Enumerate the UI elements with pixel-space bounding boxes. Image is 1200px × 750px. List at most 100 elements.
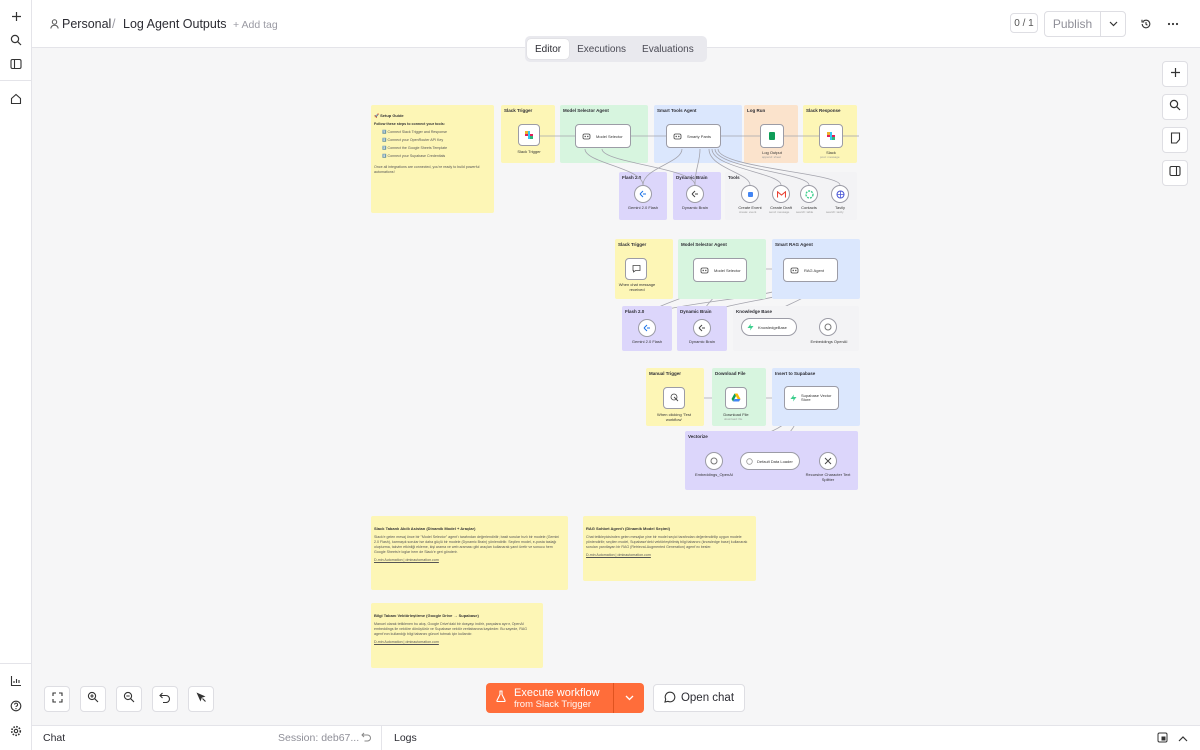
node-smart-tools-agent[interactable]: Smarty Pants bbox=[666, 124, 721, 148]
add-icon[interactable] bbox=[6, 6, 26, 26]
google-calendar-icon bbox=[747, 191, 753, 197]
agent-robot-icon bbox=[790, 261, 799, 279]
panel-toggle-icon bbox=[1169, 164, 1181, 182]
connections-layer bbox=[540, 135, 859, 453]
breadcrumb-separator: / bbox=[112, 17, 116, 31]
more-options-icon[interactable] bbox=[1163, 14, 1183, 34]
node-supabase-vector-store[interactable]: Supabase Vector Store bbox=[784, 386, 839, 410]
node-sublabel: create: event bbox=[739, 210, 757, 214]
sticky-note-icon bbox=[1170, 131, 1181, 149]
publish-dropdown-chevron-icon[interactable] bbox=[1101, 12, 1125, 36]
expand-chevron-up-icon[interactable] bbox=[1178, 733, 1188, 745]
reset-session-icon[interactable] bbox=[361, 732, 372, 745]
node-label: When clicking 'Test workflow' bbox=[657, 412, 691, 422]
publish-button[interactable]: Publish bbox=[1045, 12, 1101, 36]
node-slack-trigger[interactable] bbox=[518, 124, 540, 146]
flask-icon bbox=[496, 689, 506, 707]
tab-editor[interactable]: Editor bbox=[527, 39, 570, 59]
node-sublabel: append: sheet bbox=[762, 155, 782, 159]
node-label: Gemini 2.0 Flash bbox=[627, 205, 659, 210]
agent-robot-icon bbox=[700, 261, 709, 279]
node-create-draft[interactable] bbox=[772, 185, 790, 203]
node-text-splitter[interactable] bbox=[819, 452, 837, 470]
node-gemini-flash-2[interactable] bbox=[638, 319, 656, 337]
insights-icon[interactable] bbox=[6, 671, 26, 691]
note-slack-assistant[interactable]: Slack Tabanlı Akıllı Asistan (Dinamik Mo… bbox=[371, 516, 568, 590]
node-rag-agent[interactable]: RAG Agent bbox=[783, 258, 838, 282]
workflow-name[interactable]: Log Agent Outputs bbox=[123, 17, 227, 31]
session-id: Session: deb67... bbox=[278, 732, 360, 744]
toggle-panel-button[interactable] bbox=[1162, 160, 1188, 186]
node-manual-trigger[interactable] bbox=[663, 387, 685, 409]
execute-sublabel: from Slack Trigger bbox=[514, 698, 592, 710]
node-chat-trigger[interactable] bbox=[625, 258, 647, 280]
left-sidebar bbox=[0, 0, 32, 750]
note-rag-agent[interactable]: RAG Sohbet Agent'ı (Dinamik Model Seçimi… bbox=[583, 516, 756, 581]
zoom-in-icon bbox=[87, 690, 99, 708]
note-knowledge-vectorize[interactable]: Bilgi Tabanı Vektörleştirme (Google Driv… bbox=[371, 603, 543, 668]
open-chat-button[interactable]: Open chat bbox=[653, 684, 745, 712]
plus-icon bbox=[1170, 65, 1181, 83]
zoom-out-button[interactable] bbox=[116, 686, 142, 712]
node-knowledge-base[interactable]: KnowledgeBase bbox=[741, 318, 797, 336]
node-slack-response[interactable] bbox=[819, 124, 843, 148]
add-tag-link[interactable]: + Add tag bbox=[233, 19, 278, 31]
tidy-up-button[interactable] bbox=[188, 686, 214, 712]
publish-button-group: Publish bbox=[1044, 11, 1126, 37]
node-sublabel: download: file bbox=[724, 417, 743, 421]
tab-executions[interactable]: Executions bbox=[569, 39, 634, 59]
agent-robot-icon bbox=[582, 127, 591, 145]
node-default-data-loader[interactable]: Default Data Loader bbox=[740, 452, 800, 470]
node-dynamic-brain[interactable] bbox=[686, 185, 704, 203]
node-model-selector[interactable]: Model Selector bbox=[575, 124, 631, 148]
zoom-out-icon bbox=[123, 690, 135, 708]
node-label: When chat message received bbox=[618, 282, 656, 292]
cursor-click-icon bbox=[670, 389, 679, 407]
node-dynamic-brain-2[interactable] bbox=[693, 319, 711, 337]
bottom-panel-bar: Chat Session: deb67... Logs bbox=[32, 725, 1200, 750]
node-sublabel: post: message bbox=[820, 155, 840, 159]
node-download-file[interactable] bbox=[725, 387, 747, 409]
chat-bubble-icon bbox=[632, 260, 641, 278]
supabase-icon bbox=[790, 389, 797, 407]
node-tavily[interactable] bbox=[831, 185, 849, 203]
execute-label: Execute workflow bbox=[514, 686, 600, 699]
undo-button[interactable] bbox=[152, 686, 178, 712]
breadcrumb-project[interactable]: Personal bbox=[62, 17, 111, 31]
node-label: Dynamic Brain bbox=[688, 339, 715, 344]
add-node-button[interactable] bbox=[1162, 61, 1188, 87]
node-embeddings-openai-2[interactable] bbox=[705, 452, 723, 470]
panel-toggle-icon[interactable] bbox=[6, 54, 26, 74]
node-log-output[interactable] bbox=[760, 124, 784, 148]
fit-view-icon bbox=[51, 690, 63, 708]
fit-view-button[interactable] bbox=[44, 686, 70, 712]
execute-workflow-button[interactable]: Execute workflow from Slack Trigger bbox=[486, 683, 613, 713]
execute-dropdown-chevron-icon[interactable] bbox=[613, 683, 644, 713]
settings-gear-icon[interactable] bbox=[6, 721, 26, 741]
magic-brush-icon bbox=[195, 690, 207, 708]
scissors-icon bbox=[824, 452, 832, 470]
home-icon[interactable] bbox=[6, 89, 26, 109]
node-create-event[interactable] bbox=[741, 185, 759, 203]
user-icon bbox=[50, 17, 59, 31]
node-model-selector-2[interactable]: Model Selector bbox=[693, 258, 747, 282]
node-sublabel: send: message bbox=[769, 210, 790, 214]
history-icon[interactable] bbox=[1136, 14, 1156, 34]
version-counter: 0 / 1 bbox=[1010, 13, 1038, 33]
add-sticky-button[interactable] bbox=[1162, 127, 1188, 153]
workflow-canvas[interactable]: 🚀 Setup Guide Follow these steps to conn… bbox=[32, 48, 1200, 725]
node-sublabel: search: table bbox=[796, 210, 814, 214]
logs-panel-label[interactable]: Logs bbox=[394, 732, 417, 744]
pop-out-icon[interactable] bbox=[1157, 732, 1168, 746]
help-icon[interactable] bbox=[6, 696, 26, 716]
search-nodes-button[interactable] bbox=[1162, 94, 1188, 120]
zoom-in-button[interactable] bbox=[80, 686, 106, 712]
view-tabs: Editor Executions Evaluations bbox=[525, 36, 707, 62]
tab-evaluations[interactable]: Evaluations bbox=[634, 39, 702, 59]
node-embeddings-openai[interactable] bbox=[819, 318, 837, 336]
node-contacts[interactable] bbox=[800, 185, 818, 203]
node-gemini-flash[interactable] bbox=[634, 185, 652, 203]
node-sublabel: search: tavily bbox=[826, 210, 844, 214]
search-icon[interactable] bbox=[6, 30, 26, 50]
chat-panel-label[interactable]: Chat bbox=[43, 732, 65, 744]
